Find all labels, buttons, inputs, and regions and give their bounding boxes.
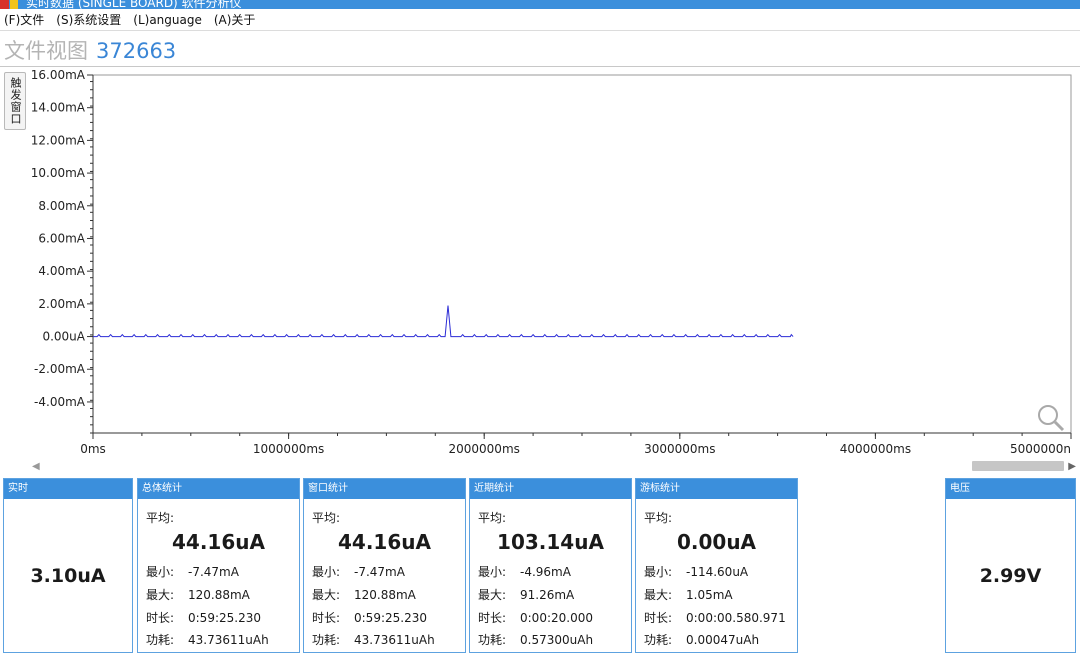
total-avg-label: 平均: — [146, 511, 175, 525]
view-number: 372663 — [96, 39, 177, 63]
current-series-line — [93, 305, 794, 338]
recent-avg-value: 103.14uA — [497, 530, 604, 554]
total-avg-value: 44.16uA — [172, 530, 265, 554]
total-stats-card: 总体统计 平均: 44.16uA 最小: -7.47mA 最大: 120.88mA … — [137, 478, 300, 653]
window-stats-card: 窗口统计 平均: 44.16uA 最小: -7.47mA 最大: 120.88mA … — [303, 478, 466, 653]
horizontal-scrollbar[interactable]: ◀ ▶ — [28, 458, 1080, 474]
total-energy-row: 功耗: 43.73611uAh — [146, 633, 269, 647]
menu-language[interactable]: (L)anguage — [133, 13, 202, 27]
y-tick-label: 12.00mA — [31, 133, 86, 147]
voltage-value: 2.99V — [979, 565, 1042, 587]
realtime-card: 实时 3.10uA — [3, 478, 133, 653]
recent-avg-label: 平均: — [478, 511, 507, 525]
realtime-value: 3.10uA — [30, 565, 106, 587]
cursor-max-row: 最大: 1.05mA — [644, 588, 733, 602]
window-energy-value: 43.73611uAh — [354, 633, 435, 647]
title-bar: 实时数据 (SINGLE BOARD) 软件分析仪 — [0, 0, 1080, 9]
cursor-stats-card: 游标统计 平均: 0.00uA 最小: -114.60uA 最大: 1.05mA 时… — [635, 478, 798, 653]
menu-bar: (F)文件 (S)系统设置 (L)anguage (A)关于 — [0, 9, 1080, 31]
cursor-duration-value: 0:00:00.580.971 — [686, 611, 786, 625]
trigger-window-tab[interactable]: 触发窗口 — [4, 72, 26, 130]
x-tick-label: 2000000ms — [449, 442, 520, 456]
view-label: 文件视图 — [4, 39, 88, 63]
x-tick-label: 1000000ms — [253, 442, 324, 456]
realtime-header: 实时 — [4, 479, 132, 499]
cursor-stats-header: 游标统计 — [636, 479, 797, 499]
window-title: 实时数据 (SINGLE BOARD) 软件分析仪 — [26, 0, 242, 9]
menu-about[interactable]: (A)关于 — [214, 11, 256, 28]
cursor-avg-label: 平均: — [644, 511, 673, 525]
cursor-min-row: 最小: -114.60uA — [644, 565, 749, 579]
window-min-value: -7.47mA — [354, 565, 405, 579]
chart-panel: 16.00mA 14.00mA 12.00mA 10.00mA 8.00mA 6.00mA… — [0, 66, 1080, 474]
recent-max-row: 最大: 91.26mA — [478, 588, 575, 602]
window-duration-row: 时长: 0:59:25.230 — [312, 611, 427, 625]
window-max-value: 120.88mA — [354, 588, 416, 602]
plot-frame — [92, 74, 1072, 434]
window-max-row: 最大: 120.88mA — [312, 588, 416, 602]
x-tick-label: 3000000ms — [644, 442, 715, 456]
y-tick-label: 6.00mA — [38, 231, 85, 245]
cursor-min-value: -114.60uA — [686, 565, 749, 579]
y-tick-label: 4.00mA — [38, 264, 85, 278]
app-icon — [0, 0, 9, 9]
cursor-avg-value: 0.00uA — [676, 530, 757, 554]
scroll-thumb[interactable] — [972, 461, 1064, 471]
y-tick-label: 14.00mA — [31, 101, 86, 115]
y-tick-label: -4.00mA — [34, 395, 86, 409]
y-tick-label: 8.00mA — [38, 199, 85, 213]
window-duration-value: 0:59:25.230 — [354, 611, 427, 625]
total-max-row: 最大: 120.88mA — [146, 588, 250, 602]
window-avg-label: 平均: — [312, 511, 341, 525]
stats-row: 实时 3.10uA 总体统计 平均: 44.16uA 最小: -7.47mA 最大… — [0, 478, 1080, 653]
window-min-row: 最小: -7.47mA — [312, 565, 405, 579]
x-tick-label: 4000000ms — [840, 442, 911, 456]
total-max-value: 120.88mA — [188, 588, 250, 602]
recent-duration-row: 时长: 0:00:20.000 — [478, 611, 593, 625]
total-duration-row: 时长: 0:59:25.230 — [146, 611, 261, 625]
menu-settings[interactable]: (S)系统设置 — [56, 11, 121, 28]
y-tick-label: 0.00uA — [42, 330, 85, 344]
y-tick-label: 2.00mA — [38, 297, 85, 311]
current-chart[interactable]: 16.00mA 14.00mA 12.00mA 10.00mA 8.00mA 6.00mA… — [0, 67, 1080, 459]
x-tick-label: 0ms — [80, 442, 106, 456]
voltage-header: 电压 — [946, 479, 1075, 499]
cursor-energy-value: 0.00047uAh — [686, 633, 760, 647]
recent-stats-card: 近期统计 平均: 103.14uA 最小: -4.96mA 最大: 91.26mA … — [469, 478, 632, 653]
window-stats-header: 窗口统计 — [304, 479, 465, 499]
total-energy-value: 43.73611uAh — [188, 633, 269, 647]
recent-energy-value: 0.57300uAh — [520, 633, 594, 647]
y-tick-label: -2.00mA — [34, 362, 86, 376]
total-min-value: -7.47mA — [188, 565, 239, 579]
app-logo-icon — [10, 0, 18, 9]
recent-min-value: -4.96mA — [520, 565, 571, 579]
voltage-card: 电压 2.99V — [945, 478, 1076, 653]
y-tick-label: 16.00mA — [31, 68, 86, 82]
recent-duration-value: 0:00:20.000 — [520, 611, 593, 625]
scroll-left-icon[interactable]: ◀ — [32, 461, 40, 472]
window-avg-value: 44.16uA — [338, 530, 431, 554]
recent-max-value: 91.26mA — [520, 588, 575, 602]
scroll-right-icon[interactable]: ▶ — [1068, 461, 1076, 472]
cursor-max-value: 1.05mA — [686, 588, 733, 602]
cursor-duration-row: 时长: 0:00:00.580.971 — [644, 611, 786, 625]
x-tick-label: 5000000n — [1010, 442, 1071, 456]
total-min-row: 最小: -7.47mA — [146, 565, 239, 579]
window-energy-row: 功耗: 43.73611uAh — [312, 633, 435, 647]
zoom-magnifier-icon[interactable] — [1038, 405, 1065, 432]
total-stats-header: 总体统计 — [138, 479, 299, 499]
view-title: 文件视图 372663 — [4, 35, 176, 65]
total-duration-value: 0:59:25.230 — [188, 611, 261, 625]
menu-file[interactable]: (F)文件 — [4, 11, 44, 28]
recent-energy-row: 功耗: 0.57300uAh — [478, 633, 594, 647]
recent-stats-header: 近期统计 — [470, 479, 631, 499]
cursor-energy-row: 功耗: 0.00047uAh — [644, 633, 760, 647]
recent-min-row: 最小: -4.96mA — [478, 565, 571, 579]
y-tick-label: 10.00mA — [31, 166, 86, 180]
